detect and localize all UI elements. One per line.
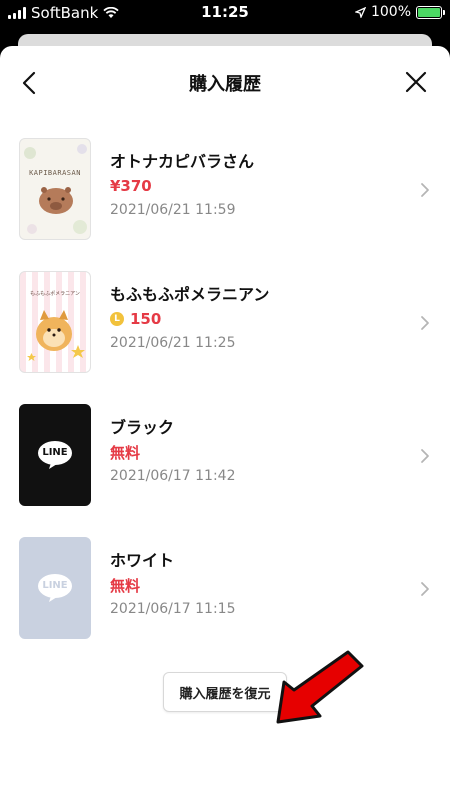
purchase-item[interactable]: LINE ホワイト 無料 2021/06/17 11:15 [0,537,450,670]
item-price: ¥370 [110,177,152,195]
line-logo-text: LINE [42,580,68,591]
theme-thumbnail: もふもふポメラニアン [19,271,91,373]
theme-thumbnail: KAPIBARASAN [19,138,91,240]
page-title: 購入履歴 [189,74,261,95]
item-name: もふもふポメラニアン [110,285,270,304]
location-icon [354,6,366,18]
theme-thumbnail: LINE [19,537,91,639]
line-coin-icon: L [110,312,124,326]
thumb-text: KAPIBARASAN [29,169,81,177]
purchase-item[interactable]: LINE ブラック 無料 2021/06/17 11:42 [0,404,450,537]
chevron-right-icon [421,582,429,596]
purchase-list: KAPIBARASAN オトナカピバラさん ¥370 2021/06/21 11… [0,138,450,670]
battery-icon [416,5,445,19]
item-price: 無料 [110,576,141,595]
chevron-right-icon [421,449,429,463]
chevron-right-icon [421,183,429,197]
item-date: 2021/06/21 11:59 [110,202,236,218]
item-date: 2021/06/17 11:42 [110,468,236,484]
item-date: 2021/06/17 11:15 [110,601,236,617]
header: 購入履歴 [0,46,450,118]
annotation-arrow-icon [276,650,364,724]
line-logo-icon: LINE [37,440,73,470]
item-name: ホワイト [110,551,175,570]
theme-thumbnail: LINE [19,404,91,506]
purchase-item[interactable]: もふもふポメラニアン もふもふポメラニアン L 150 2021/06/21 1… [0,271,450,404]
item-name: オトナカピバラさん [110,152,255,171]
battery-percent: 100% [370,4,411,20]
line-logo-icon: LINE [37,573,73,603]
close-icon[interactable] [402,68,430,96]
item-date: 2021/06/21 11:25 [110,335,236,351]
chevron-right-icon [421,316,429,330]
status-bar: SoftBank 11:25 100% [0,0,450,26]
line-logo-text: LINE [42,447,68,458]
item-price: L 150 [110,307,269,331]
purchase-item[interactable]: KAPIBARASAN オトナカピバラさん ¥370 2021/06/21 11… [0,138,450,271]
item-price: 無料 [110,443,141,462]
item-name: ブラック [110,418,175,437]
